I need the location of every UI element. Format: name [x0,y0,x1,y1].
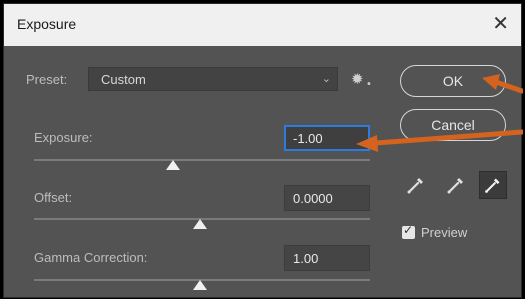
exposure-annotation-arrow [356,129,523,152]
annotation-arrows [356,74,523,152]
exposure-dialog: Exposure ✕ Preset: Custom ⌄ ✹ • OK Cance… [3,3,523,298]
ok-annotation-arrow [482,74,523,94]
